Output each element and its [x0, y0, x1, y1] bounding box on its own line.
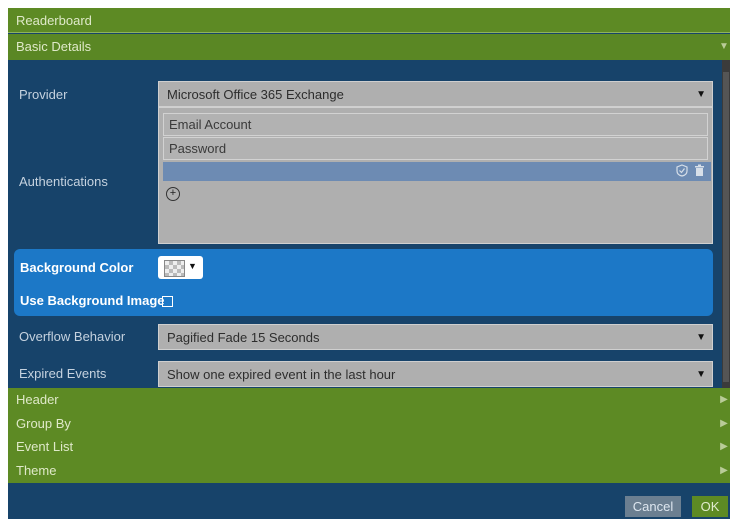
authentications-box: Email Account Password +	[158, 107, 713, 244]
chevron-down-icon: ▼	[696, 332, 706, 343]
overflow-behavior-value: Pagified Fade 15 Seconds	[167, 330, 320, 345]
section-header[interactable]: Header ▶	[8, 388, 730, 412]
authentications-label: Authentications	[19, 174, 108, 189]
transparent-swatch	[164, 260, 185, 277]
shield-icon[interactable]	[676, 163, 688, 180]
authentication-entry[interactable]	[163, 162, 711, 181]
provider-label: Provider	[19, 87, 68, 102]
readerboard-dialog: Readerboard Basic Details ▼ Provider Mic…	[8, 8, 730, 519]
section-event-list-label: Event List	[16, 439, 74, 454]
chevron-down-icon: ▼	[696, 89, 706, 100]
dialog-footer: Cancel OK	[8, 483, 730, 519]
chevron-right-icon: ▶	[720, 441, 728, 452]
section-event-list[interactable]: Event List ▶	[8, 435, 730, 459]
chevron-down-icon: ▼	[719, 41, 729, 52]
chevron-right-icon: ▶	[720, 465, 728, 476]
provider-value: Microsoft Office 365 Exchange	[167, 87, 344, 102]
chevron-right-icon: ▶	[720, 394, 728, 405]
cancel-button[interactable]: Cancel	[625, 496, 681, 517]
section-group-by-label: Group By	[16, 416, 71, 431]
expired-events-value: Show one expired event in the last hour	[167, 367, 396, 382]
ok-button[interactable]: OK	[692, 496, 728, 517]
use-background-image-label: Use Background Image	[20, 293, 165, 308]
section-basic-details[interactable]: Basic Details ▼	[8, 34, 730, 60]
background-settings-group: Background Color ▼ Use Background Image	[14, 249, 713, 316]
section-theme-label: Theme	[16, 463, 57, 478]
expired-events-select[interactable]: Show one expired event in the last hour …	[158, 361, 713, 387]
basic-details-content: Provider Microsoft Office 365 Exchange ▼…	[8, 60, 716, 395]
section-group-by[interactable]: Group By ▶	[8, 412, 730, 435]
email-field[interactable]: Email Account	[163, 113, 708, 136]
chevron-down-icon: ▼	[696, 369, 706, 380]
password-field[interactable]: Password	[163, 137, 708, 160]
expired-events-label: Expired Events	[19, 366, 107, 381]
scrollbar-thumb[interactable]	[723, 72, 729, 382]
background-color-picker[interactable]: ▼	[158, 256, 203, 279]
chevron-down-icon: ▼	[188, 261, 197, 271]
overflow-behavior-label: Overflow Behavior	[19, 329, 126, 344]
chevron-right-icon: ▶	[720, 418, 728, 429]
add-circle-icon[interactable]: +	[166, 187, 180, 201]
trash-icon[interactable]	[694, 164, 705, 180]
background-color-label: Background Color	[20, 260, 134, 275]
overflow-behavior-select[interactable]: Pagified Fade 15 Seconds ▼	[158, 324, 713, 350]
section-theme[interactable]: Theme ▶	[8, 459, 730, 483]
section-basic-label: Basic Details	[16, 39, 92, 54]
provider-select[interactable]: Microsoft Office 365 Exchange ▼	[158, 81, 713, 107]
dialog-title: Readerboard	[8, 8, 730, 33]
use-background-image-checkbox[interactable]	[162, 296, 173, 307]
section-header-label: Header	[16, 392, 59, 407]
scrollbar[interactable]	[722, 60, 730, 395]
